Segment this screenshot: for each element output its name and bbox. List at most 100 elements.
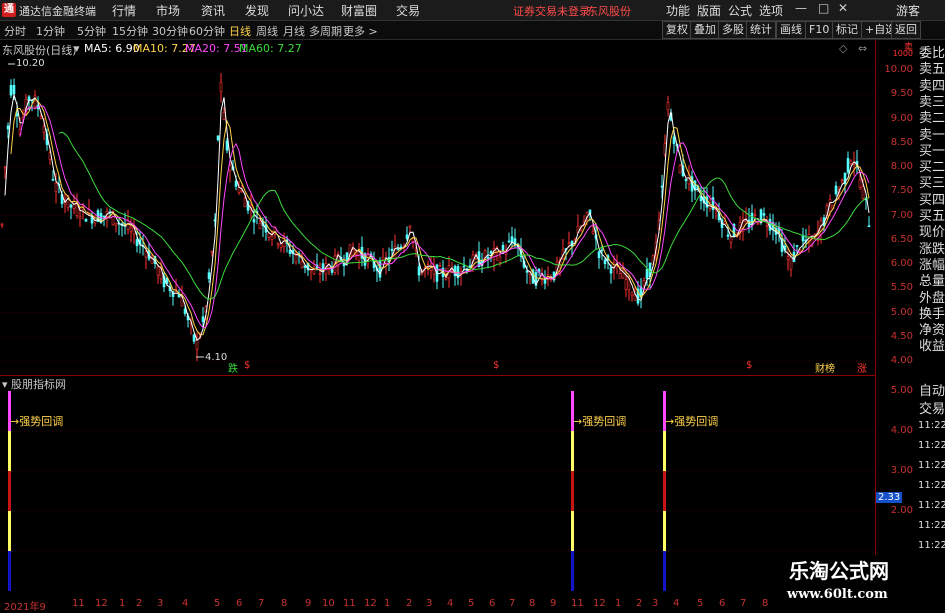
date-tick: 10 [322, 598, 335, 609]
candle-body [102, 215, 106, 218]
date-tick: 8 [762, 598, 769, 609]
candle-body [462, 265, 466, 268]
period-tab[interactable]: 多周期 [309, 23, 342, 39]
candle-body [39, 116, 43, 119]
menu-function[interactable]: 功能 [666, 2, 690, 19]
ma-toggle-icon[interactable]: ▾ [74, 42, 80, 55]
indicator-title[interactable]: ▾ 股朋指标网 [2, 376, 66, 392]
date-tick: 1 [119, 598, 126, 609]
period-tab[interactable]: 15分钟 [112, 23, 148, 39]
ma-line [19, 104, 870, 329]
date-tick: 5 [214, 598, 221, 609]
date-tick: 3 [157, 598, 164, 609]
candle-body [270, 235, 274, 240]
period-tab[interactable]: 1分钟 [36, 23, 65, 39]
f10-button[interactable]: F10 [805, 21, 834, 39]
date-tick: 11 [343, 598, 356, 609]
settings-icon[interactable]: ◇ [839, 42, 847, 55]
menu-layout[interactable]: 版面 [697, 2, 721, 19]
candle-body [753, 213, 757, 216]
indicator-menu-icon[interactable]: ▾ [2, 378, 11, 391]
candle-body [243, 198, 247, 208]
candle-body [267, 233, 271, 238]
more-periods-button[interactable]: 更多 > [343, 23, 378, 39]
draw-line-button[interactable]: 画线 [776, 21, 806, 39]
date-axis: 2021年9 11 12 1 2 3 4 5 6 7 8 9 10 11 12 1 2 3 4 5 6 7 8 9 11 12 1 2… [0, 598, 875, 613]
event-mark[interactable]: 财榜 [815, 360, 835, 375]
price-tick: 9.50 [890, 88, 913, 100]
login-status[interactable]: 证券交易未登录 [513, 3, 590, 19]
candle-body [69, 204, 73, 208]
candle-body [294, 255, 298, 263]
user-guest[interactable]: 游客 [896, 2, 920, 19]
period-tab[interactable]: 30分钟 [152, 23, 188, 39]
menu-ask[interactable]: 问小达 [288, 2, 324, 19]
expand-icon[interactable]: ⇔ [858, 42, 867, 55]
date-tick: 2 [636, 598, 643, 609]
stats-button[interactable]: 统计 [746, 21, 776, 39]
back-button[interactable]: 返回 [891, 21, 921, 39]
period-tab[interactable]: 分时 [4, 23, 26, 39]
candle-body [129, 227, 133, 232]
candle-body [834, 185, 838, 195]
menu-market[interactable]: 行情 [112, 2, 136, 19]
event-mark[interactable]: $ [746, 360, 752, 371]
mark-button[interactable]: 标记 [832, 21, 862, 39]
candle-body [486, 256, 490, 259]
signal-bar [571, 471, 574, 511]
candle-body [216, 135, 220, 141]
candle-body [219, 81, 223, 92]
price-tick: 9.00 [890, 112, 913, 124]
adjust-button[interactable]: 复权 [662, 21, 692, 39]
candle-body [765, 225, 769, 227]
signal-bar [8, 551, 11, 591]
candle-body [666, 102, 670, 111]
candle-body [603, 259, 607, 265]
title-menu-bar: 通 通达信金融终端 行情 市场 资讯 发现 问小达 财富圈 交易 证券交易未登录… [0, 0, 945, 21]
date-tick: 9 [305, 598, 312, 609]
event-mark[interactable]: $ [493, 360, 499, 371]
quote-panel[interactable]: 委比 卖五 卖四 卖三 卖二 卖一 买一 买二 买三 买四 买五 现价 涨跌 涨幅 总量 外盘 换手 净资 收益 自动… [917, 40, 945, 609]
minimize-icon[interactable]: — [795, 1, 807, 15]
date-tick: 6 [489, 598, 496, 609]
candle-body [252, 219, 256, 223]
menu-formula[interactable]: 公式 [728, 2, 752, 19]
period-tab[interactable]: 月线 [283, 23, 305, 39]
period-tab[interactable]: 5分钟 [77, 23, 106, 39]
menu-markets[interactable]: 市场 [156, 2, 180, 19]
period-tab[interactable]: 周线 [256, 23, 278, 39]
event-mark[interactable]: $ [244, 360, 250, 371]
price-tick: 5.50 [890, 282, 913, 294]
period-tab[interactable]: 60分钟 [189, 23, 225, 39]
menu-trade[interactable]: 交易 [396, 2, 420, 19]
candle-body [660, 185, 664, 188]
signal-bar [8, 471, 11, 511]
kline-chart[interactable]: 东风股份(日线) ▾ MA5: 6.90 MA10: 7.27 MA20: 7.… [0, 40, 875, 376]
date-tick: 2021年9 [4, 602, 46, 613]
indicator-panel[interactable]: ▾ 股朋指标网 →强势回调 →强势回调 →强势回调 [0, 376, 875, 598]
low-price-label: 4.10 [205, 352, 228, 363]
multi-stock-button[interactable]: 多股 [718, 21, 748, 39]
candle-body [756, 223, 760, 225]
quote-label: 收益 [919, 339, 945, 355]
candle-body [396, 248, 400, 250]
menu-news[interactable]: 资讯 [201, 2, 225, 19]
event-mark[interactable]: 涨 [857, 360, 867, 375]
close-icon[interactable]: ✕ [838, 1, 848, 15]
trade-time: 11:22 [918, 540, 945, 551]
signal-text: 强势回调 [582, 415, 627, 428]
candle-body [861, 186, 865, 199]
period-tab-active[interactable]: 日线 [229, 23, 251, 39]
event-mark[interactable]: 跌 [228, 360, 238, 375]
date-tick: 3 [426, 598, 433, 609]
menu-fortune[interactable]: 财富圈 [341, 2, 377, 19]
candle-body [762, 213, 766, 216]
signal-bar [8, 431, 11, 471]
menu-discover[interactable]: 发现 [245, 2, 269, 19]
maximize-icon[interactable]: □ [818, 1, 829, 15]
candle-body [525, 270, 529, 273]
overlay-button[interactable]: 叠加 [690, 21, 720, 39]
menu-options[interactable]: 选项 [759, 2, 783, 19]
axis-corner-label: 1000 [892, 49, 913, 58]
date-tick: 6 [236, 598, 243, 609]
